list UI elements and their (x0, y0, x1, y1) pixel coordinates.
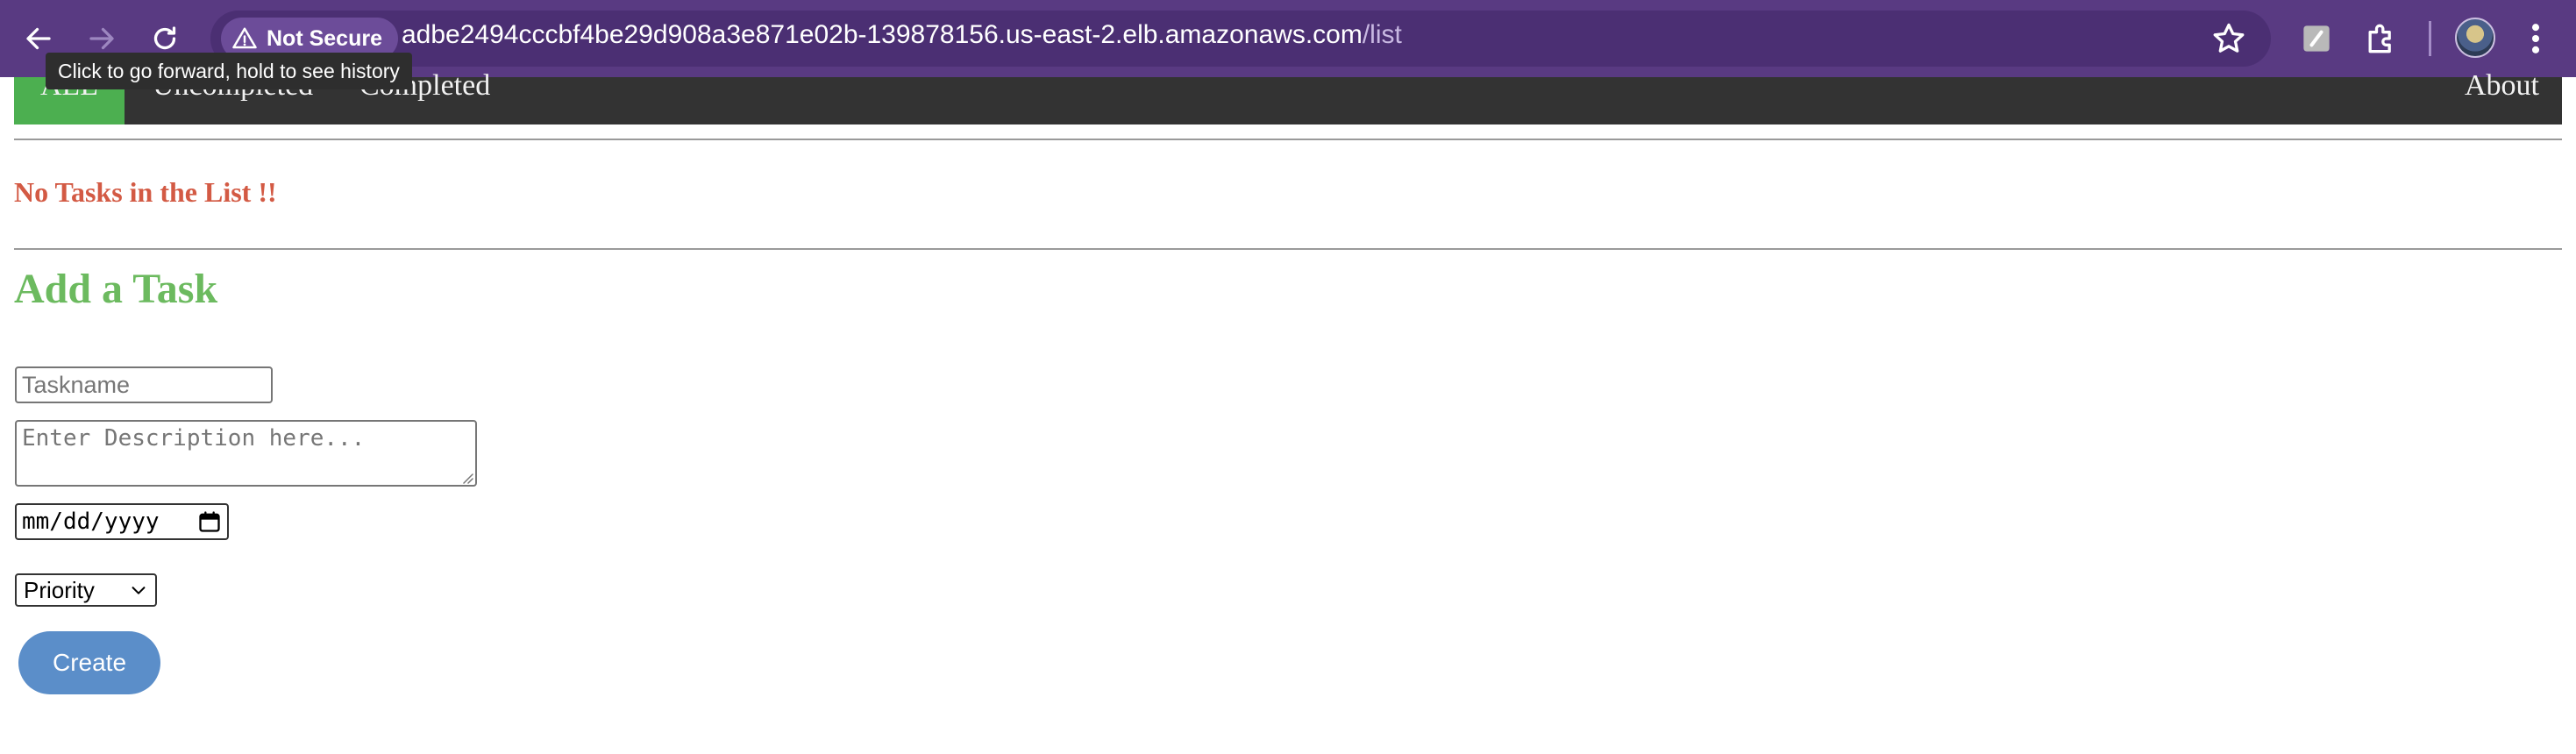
due-date-input[interactable]: mm/dd/yyyy (15, 503, 229, 540)
divider (14, 248, 2562, 250)
extension-icon[interactable] (2297, 19, 2336, 58)
empty-list-message: No Tasks in the List !! (14, 176, 277, 208)
calendar-icon[interactable] (197, 509, 222, 534)
reload-icon (153, 26, 176, 50)
chevron-down-icon (132, 587, 146, 594)
url-path: /list (1362, 20, 1402, 49)
divider (14, 139, 2562, 140)
add-task-heading: Add a Task (14, 266, 218, 312)
star-icon[interactable] (2210, 19, 2248, 58)
back-arrow-icon (26, 27, 51, 50)
description-textarea[interactable] (15, 420, 477, 487)
nav-item-about[interactable]: About (2465, 71, 2539, 124)
toolbar-divider (2429, 21, 2431, 56)
kebab-menu-icon[interactable] (2525, 19, 2546, 58)
priority-select[interactable]: Priority (15, 573, 157, 607)
url-text[interactable]: adbe2494cccbf4be29d908a3e871e02b-1398781… (402, 20, 1402, 50)
taskname-input[interactable] (15, 366, 273, 403)
puzzle-icon[interactable] (2362, 19, 2401, 58)
security-label: Not Secure (267, 25, 382, 51)
profile-avatar[interactable] (2455, 18, 2495, 58)
priority-selected-value: Priority (24, 576, 95, 603)
warning-icon (232, 27, 257, 49)
resize-grip-icon[interactable] (461, 472, 473, 484)
url-host: adbe2494cccbf4be29d908a3e871e02b-1398781… (402, 20, 1363, 49)
create-button[interactable]: Create (18, 631, 160, 694)
date-placeholder: mm/dd/yyyy (22, 509, 160, 535)
forward-button-tooltip: Click to go forward, hold to see history (46, 53, 412, 89)
forward-arrow-icon (89, 27, 114, 50)
